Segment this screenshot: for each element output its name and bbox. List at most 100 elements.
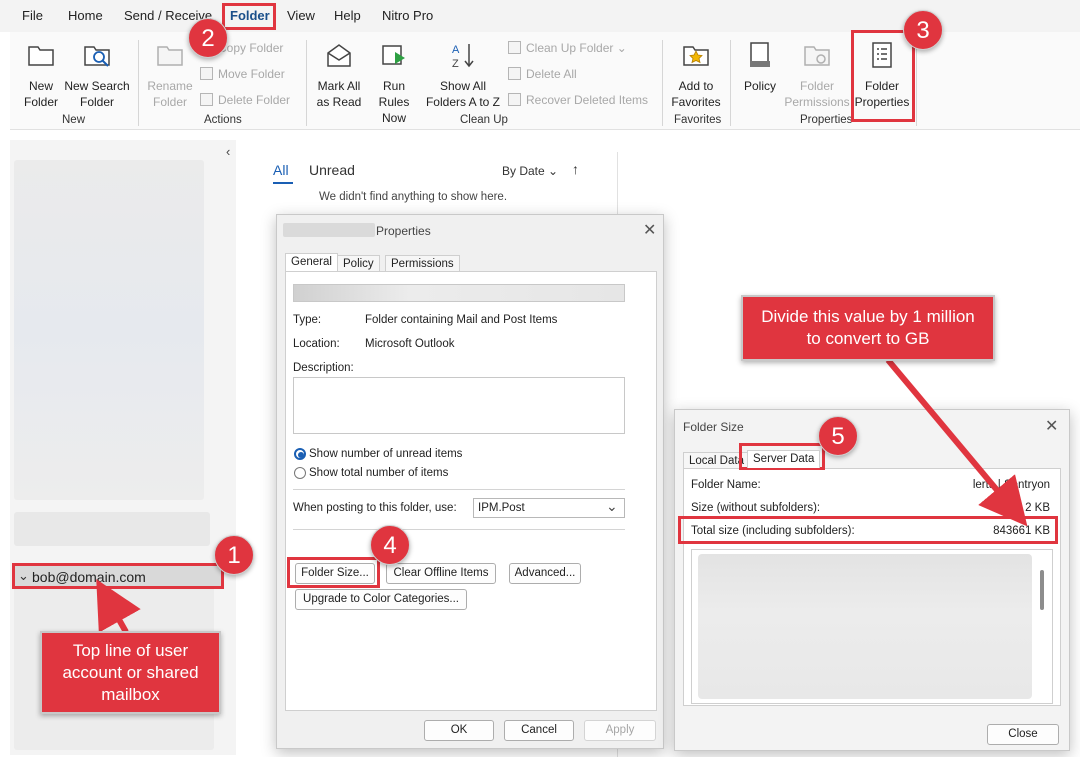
rename-folder-label-1: Rename <box>147 79 193 93</box>
sort-label: By Date <box>502 164 545 178</box>
tab-general[interactable]: General <box>285 253 338 271</box>
new-search-folder-button[interactable]: New Search Folder <box>64 40 130 110</box>
clear-offline-items-button[interactable]: Clear Offline Items <box>386 563 496 584</box>
folder-permissions-label-2: Permissions <box>784 95 850 109</box>
delete-all-label: Delete All <box>526 67 577 81</box>
radio-total-label: Show total number of items <box>309 467 449 479</box>
description-textarea[interactable] <box>293 377 625 434</box>
type-label: Type: <box>293 314 322 326</box>
show-all-folders-label-1: Show All <box>439 79 487 93</box>
chevron-down-icon: ⌄ <box>616 41 627 55</box>
menu-view[interactable]: View <box>287 8 315 23</box>
upgrade-color-categories-button[interactable]: Upgrade to Color Categories... <box>295 589 467 610</box>
new-folder-button[interactable]: New Folder <box>18 40 64 110</box>
note-divide-callout: Divide this value by 1 million to conver… <box>741 295 995 361</box>
size-value: 2 KB <box>1025 502 1050 514</box>
delete-folder-button[interactable]: Delete Folder <box>200 91 290 109</box>
cancel-button[interactable]: Cancel <box>504 720 574 741</box>
close-icon[interactable]: ✕ <box>1045 416 1058 436</box>
folder-permissions-button[interactable]: Folder Permissions <box>784 40 850 110</box>
group-label-cleanup: Clean Up <box>460 114 508 126</box>
note-top-line-callout: Top line of user account or shared mailb… <box>40 631 221 714</box>
sort-by-date-dropdown[interactable]: By Date ⌄ <box>502 164 558 178</box>
posting-label: When posting to this folder, use: <box>293 502 457 514</box>
clean-up-folder-button[interactable]: Clean Up Folder ⌄ <box>508 39 627 57</box>
highlight-folder-properties <box>851 30 915 122</box>
step-badge-2: 2 <box>188 18 228 58</box>
clean-up-icon <box>508 41 521 54</box>
location-label: Location: <box>293 338 340 350</box>
tab-unread[interactable]: Unread <box>309 162 355 178</box>
collapse-pane-icon[interactable]: ‹ <box>226 144 230 159</box>
highlight-folder-menu <box>222 3 276 30</box>
close-icon[interactable]: ✕ <box>643 220 656 240</box>
delete-all-button[interactable]: Delete All <box>508 65 577 83</box>
recover-deleted-label: Recover Deleted Items <box>526 93 649 107</box>
folder-icon <box>28 46 54 66</box>
type-value: Folder containing Mail and Post Items <box>365 314 558 326</box>
svg-text:A: A <box>452 44 460 56</box>
step-badge-4: 4 <box>370 525 410 565</box>
advanced-button[interactable]: Advanced... <box>509 563 581 584</box>
size-label: Size (without subfolders): <box>691 502 821 514</box>
move-folder-button[interactable]: Move Folder <box>200 65 285 83</box>
account-row[interactable]: ⌄ bob@domain.com <box>12 563 224 589</box>
show-all-folders-button[interactable]: AZ Show All Folders A to Z <box>424 40 502 110</box>
policy-button[interactable]: Policy <box>738 40 782 94</box>
radio-unread-items[interactable] <box>294 448 306 460</box>
new-search-folder-label-2: Folder <box>79 95 114 109</box>
general-panel: Type: Folder containing Mail and Post It… <box>285 271 657 711</box>
add-to-favorites-button[interactable]: Add to Favorites <box>670 40 722 110</box>
mark-all-read-button[interactable]: Mark All as Read <box>314 40 364 110</box>
active-tab-indicator <box>273 182 293 184</box>
folder-size-dialog: Folder Size ✕ Local Data Server Data Fol… <box>674 409 1070 751</box>
policy-label: Policy <box>743 79 776 93</box>
mark-all-read-label-1: Mark All <box>317 79 361 93</box>
radio-total-items[interactable] <box>294 467 306 479</box>
blurred-subfolder-list <box>698 554 1032 699</box>
step-badge-3: 3 <box>903 10 943 50</box>
close-button[interactable]: Close <box>987 724 1059 745</box>
menu-home[interactable]: Home <box>68 8 103 23</box>
new-search-folder-label-1: New Search <box>64 79 130 93</box>
folder-name-value: lerts | Sentryon <box>972 479 1050 491</box>
posting-value: IPM.Post <box>478 502 525 514</box>
chevron-down-icon: ⌄ <box>548 164 559 178</box>
run-rules-now-button[interactable]: Run Rules Now <box>366 40 422 126</box>
add-favorites-label-2: Favorites <box>671 95 721 109</box>
tab-all[interactable]: All <box>273 162 289 178</box>
tab-server-data[interactable]: Server Data <box>747 450 821 468</box>
folder-permissions-label-1: Folder <box>799 79 834 93</box>
folder-name-field[interactable] <box>293 284 625 302</box>
step-badge-1: 1 <box>214 535 254 575</box>
recover-deleted-button[interactable]: Recover Deleted Items <box>508 91 648 109</box>
rename-folder-icon <box>157 46 183 66</box>
envelope-open-icon <box>327 44 351 67</box>
recover-icon <box>508 93 521 106</box>
show-all-folders-label-2: Folders A to Z <box>425 95 501 109</box>
run-rules-label-1: Run Rules <box>378 79 410 109</box>
chevron-down-icon: ⌄ <box>606 498 618 514</box>
folder-name-label: Folder Name: <box>691 479 761 491</box>
delete-all-icon <box>508 67 521 80</box>
menu-nitro-pro[interactable]: Nitro Pro <box>382 8 433 23</box>
move-icon <box>200 67 213 80</box>
delete-folder-label: Delete Folder <box>218 93 291 107</box>
add-favorites-label-1: Add to <box>678 79 714 93</box>
folder-permissions-icon <box>804 46 830 66</box>
apply-button[interactable]: Apply <box>584 720 656 741</box>
clean-up-folder-label: Clean Up Folder <box>526 41 614 55</box>
highlight-total-size-row <box>678 516 1058 544</box>
scrollbar-thumb[interactable] <box>1040 570 1044 610</box>
menu-file[interactable]: File <box>22 8 43 23</box>
group-label-new: New <box>62 114 86 126</box>
sort-direction-arrow-icon[interactable]: ↑ <box>572 161 579 177</box>
subfolder-size-list[interactable] <box>691 549 1053 704</box>
blurred-folder-list <box>14 160 204 500</box>
ok-button[interactable]: OK <box>424 720 494 741</box>
rename-folder-button[interactable]: Rename Folder <box>146 40 194 110</box>
menu-help[interactable]: Help <box>334 8 361 23</box>
posting-form-select[interactable]: IPM.Post ⌄ <box>473 498 625 518</box>
server-data-panel: Folder Name: lerts | Sentryon Size (with… <box>683 468 1061 706</box>
move-folder-label: Move Folder <box>218 67 285 81</box>
